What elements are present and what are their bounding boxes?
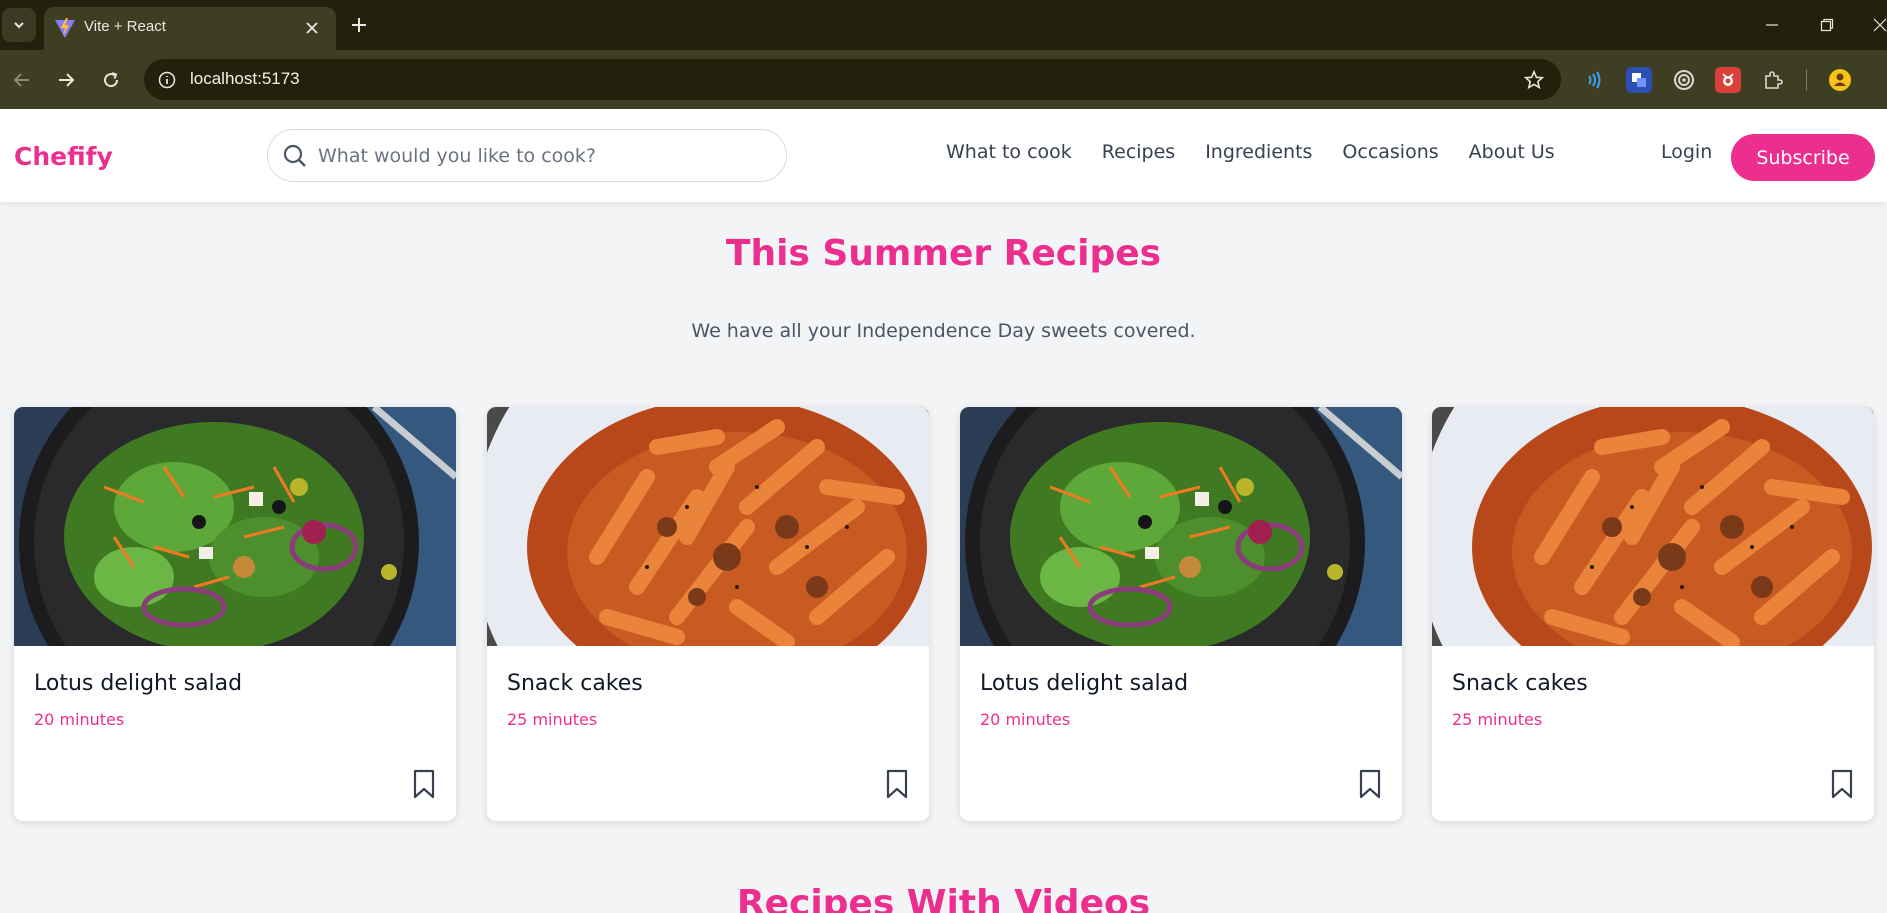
restore-icon (1820, 18, 1834, 32)
nav-recipes[interactable]: Recipes (1102, 141, 1175, 163)
extension-red-button[interactable] (1715, 67, 1741, 93)
recipe-time: 20 minutes (34, 710, 125, 729)
recipe-image-pasta (1432, 407, 1874, 646)
extension-translate-button[interactable] (1626, 67, 1652, 93)
window-close-button[interactable] (1866, 12, 1887, 38)
recipe-title: Snack cakes (1452, 671, 1588, 696)
tab-search-button[interactable] (2, 8, 36, 42)
avatar-icon (1829, 69, 1851, 91)
main-nav: What to cook Recipes Ingredients Occasio… (946, 141, 1555, 163)
minimize-icon (1766, 24, 1778, 26)
vite-logo-icon (55, 18, 75, 38)
recipe-title: Lotus delight salad (34, 671, 243, 696)
browser-tab-active[interactable]: Vite + React (44, 7, 336, 50)
plus-icon (352, 18, 366, 32)
bookmark-star-button[interactable] (1521, 67, 1547, 93)
minimize-button[interactable] (1758, 12, 1786, 38)
recipe-card[interactable]: Lotus delight salad 20 minutes (14, 407, 456, 821)
url-text: localhost:5173 (190, 69, 300, 88)
translate-icon (1632, 73, 1646, 87)
extension-wave-button[interactable] (1581, 67, 1607, 93)
back-button[interactable] (7, 65, 37, 95)
search-box[interactable] (267, 129, 787, 182)
recipe-image-pasta (487, 407, 929, 646)
recipe-card[interactable]: Snack cakes 25 minutes (487, 407, 929, 821)
login-button[interactable]: Login (1661, 141, 1712, 163)
recipe-title: Lotus delight salad (980, 671, 1189, 696)
recipe-title: Snack cakes (507, 671, 643, 696)
address-bar[interactable]: localhost:5173 (144, 59, 1561, 100)
recipe-card[interactable]: Snack cakes 25 minutes (1432, 407, 1874, 821)
extensions-icon (1765, 71, 1783, 89)
recipe-image-salad (960, 407, 1402, 646)
browser-tabstrip: Vite + React (0, 0, 1887, 50)
recipe-card[interactable]: Lotus delight salad 20 minutes (960, 407, 1402, 821)
nav-ingredients[interactable]: Ingredients (1205, 141, 1312, 163)
bookmark-icon[interactable] (412, 769, 436, 799)
profile-avatar[interactable] (1827, 67, 1853, 93)
logo[interactable]: Chefify (14, 142, 113, 171)
extension-target-button[interactable] (1671, 67, 1697, 93)
target-icon (1674, 70, 1694, 90)
restore-button[interactable] (1813, 12, 1841, 38)
toolbar-separator (1806, 69, 1807, 91)
reload-button[interactable] (96, 65, 126, 95)
search-input[interactable] (318, 138, 768, 174)
nav-what-to-cook[interactable]: What to cook (946, 141, 1072, 163)
bug-extension-icon (1722, 73, 1734, 86)
app-header: Chefify What to cook Recipes Ingredients… (0, 109, 1887, 202)
reload-icon (104, 72, 119, 88)
forward-icon (59, 73, 75, 87)
back-icon (13, 73, 29, 87)
section-title-videos: Recipes With Videos (736, 883, 1151, 913)
section-subtitle: We have all your Independence Day sweets… (691, 320, 1196, 342)
browser-toolbar: localhost:5173 (0, 50, 1887, 109)
tab-close-button[interactable] (302, 18, 322, 38)
close-icon (306, 22, 318, 34)
recipe-image-salad (14, 407, 456, 646)
search-icon (283, 144, 306, 167)
new-tab-button[interactable] (346, 12, 372, 38)
section-title-summer: This Summer Recipes (725, 233, 1162, 274)
bookmark-icon[interactable] (885, 769, 909, 799)
chevron-down-icon (14, 22, 24, 29)
bookmark-icon[interactable] (1830, 769, 1854, 799)
recipe-time: 25 minutes (1452, 710, 1543, 729)
window-close-icon (1873, 18, 1887, 32)
tab-title: Vite + React (84, 18, 166, 35)
subscribe-button[interactable]: Subscribe (1731, 134, 1875, 181)
bookmark-icon[interactable] (1358, 769, 1382, 799)
recipe-time: 20 minutes (980, 710, 1071, 729)
wave-extension-icon (1588, 71, 1601, 89)
star-icon (1524, 70, 1544, 90)
nav-occasions[interactable]: Occasions (1342, 141, 1438, 163)
forward-button[interactable] (51, 65, 81, 95)
site-info-button[interactable] (152, 65, 182, 95)
recipe-time: 25 minutes (507, 710, 598, 729)
nav-about-us[interactable]: About Us (1469, 141, 1555, 163)
extensions-button[interactable] (1760, 67, 1786, 93)
site-info-icon (158, 71, 176, 89)
